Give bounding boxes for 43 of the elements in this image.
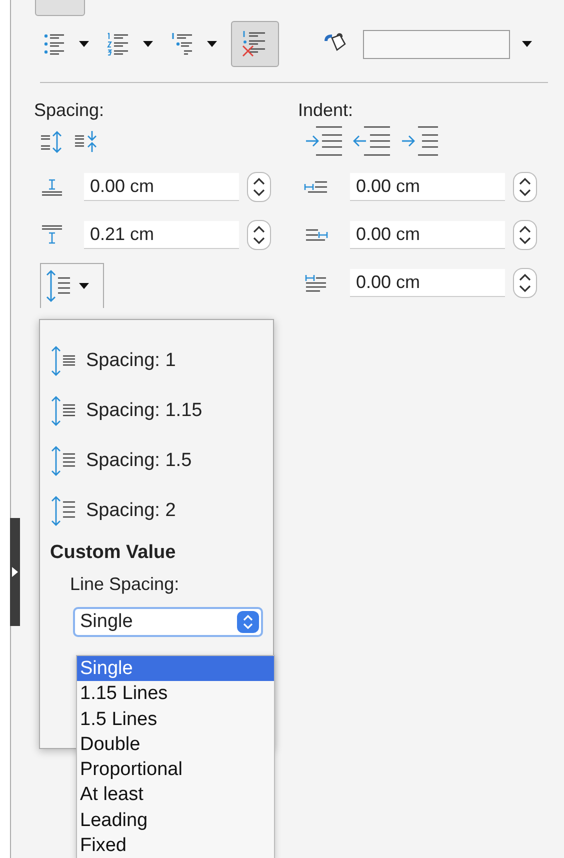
- spin-button[interactable]: [247, 172, 271, 202]
- line-spacing-icon: [50, 445, 78, 477]
- custom-value-heading: Custom Value: [50, 542, 177, 564]
- no-list-button[interactable]: [231, 21, 279, 67]
- first-line-indent-field[interactable]: 0.00 cm: [350, 269, 505, 297]
- dropdown-option[interactable]: Proportional: [77, 757, 274, 782]
- sidebar-handle[interactable]: [10, 518, 20, 626]
- indent-after-field[interactable]: 0.00 cm: [350, 221, 505, 249]
- menu-item-label: Spacing: 1.15: [86, 400, 202, 422]
- spin-button[interactable]: [513, 268, 537, 298]
- line-spacing-button[interactable]: [40, 263, 104, 308]
- dropdown-option[interactable]: Double: [77, 732, 274, 758]
- dropdown-option[interactable]: Single: [77, 656, 274, 682]
- select-arrows-icon: [237, 611, 259, 633]
- dropdown-option[interactable]: Fixed: [77, 833, 274, 858]
- line-spacing-icon: [50, 495, 78, 527]
- spin-button[interactable]: [513, 220, 537, 250]
- line-spacing-select[interactable]: Single: [73, 607, 263, 637]
- spin-button[interactable]: [513, 172, 537, 202]
- color-field[interactable]: [363, 30, 510, 58]
- spacing-label: Spacing:: [34, 99, 106, 121]
- indent-label: Indent:: [298, 99, 354, 121]
- menu-item-label: Spacing: 1.5: [86, 450, 192, 472]
- line-spacing-icon: [50, 395, 78, 427]
- caret-icon[interactable]: [143, 41, 153, 47]
- caret-icon[interactable]: [79, 41, 89, 47]
- expand-arrow-icon[interactable]: [12, 567, 18, 577]
- caret-icon: [79, 283, 89, 289]
- caret-icon[interactable]: [207, 41, 217, 47]
- space-below-icon: [40, 224, 64, 246]
- menu-item-label: Spacing: 1: [86, 350, 176, 372]
- dropdown-option[interactable]: 1.5 Lines: [77, 706, 274, 732]
- space-below-field[interactable]: 0.21 cm: [84, 221, 239, 249]
- menu-item-label: Spacing: 2: [86, 500, 176, 522]
- dropdown-option[interactable]: At least: [77, 782, 274, 808]
- indent-before-field[interactable]: 0.00 cm: [350, 173, 505, 201]
- line-spacing-label: Line Spacing:: [70, 574, 180, 595]
- caret-icon[interactable]: [522, 41, 532, 47]
- space-above-field[interactable]: 0.00 cm: [84, 173, 239, 201]
- dropdown-option[interactable]: Leading: [77, 808, 274, 834]
- line-spacing-icon: [50, 345, 78, 377]
- dropdown-option[interactable]: 1.15 Lines: [77, 681, 274, 707]
- spin-button[interactable]: [247, 220, 271, 250]
